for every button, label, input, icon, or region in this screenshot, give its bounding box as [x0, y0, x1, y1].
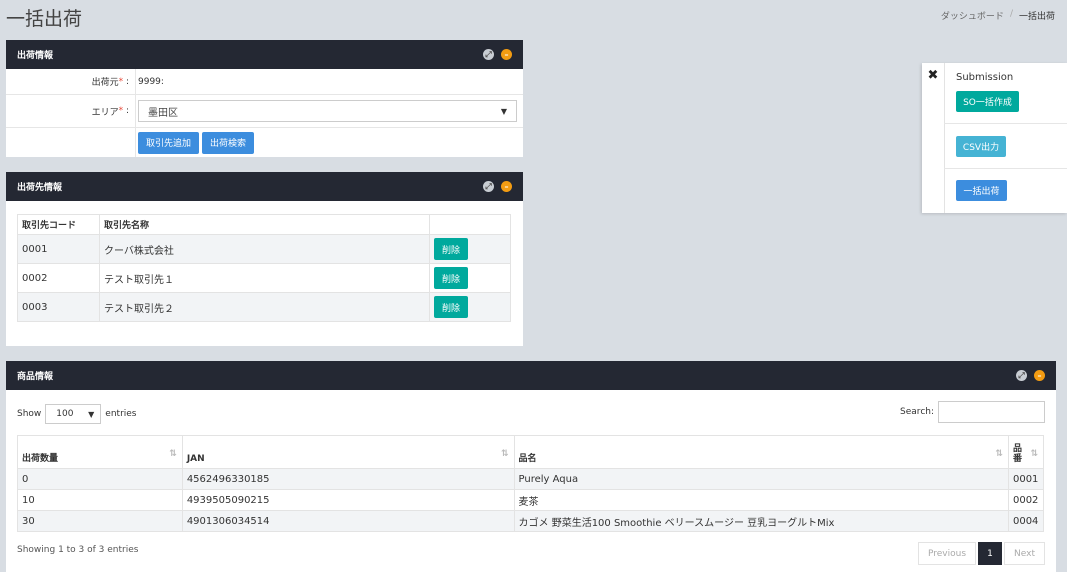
quantity-cell: 30: [17, 510, 183, 532]
jan-cell: 4939505090215: [181, 489, 515, 511]
area-select[interactable]: 墨田区 ▼: [138, 100, 517, 122]
search-control: Search:: [900, 401, 1045, 423]
table-row: 0003 テスト取引先２ 削除: [17, 292, 511, 322]
so-bulk-create-button[interactable]: SO一括作成: [956, 91, 1019, 112]
source-value: 9999:: [138, 76, 164, 87]
partner-code: 0002: [17, 263, 100, 293]
sort-icon: ⇅: [995, 449, 1003, 459]
expand-icon[interactable]: ⤢: [483, 181, 494, 192]
page-length-select[interactable]: 100 ▼: [45, 404, 102, 424]
sort-icon: ⇅: [169, 449, 177, 459]
shipment-info-panel: 出荷情報 ⤢ – 出荷元 * : 9999: エリア * : 墨田区 ▼ 取引先追加…: [6, 40, 523, 157]
product-code-cell: 0002: [1007, 489, 1045, 511]
next-page-button[interactable]: Next: [1004, 542, 1045, 565]
delete-button[interactable]: 削除: [434, 296, 468, 318]
product-code-cell: 0004: [1007, 510, 1045, 532]
source-row: 出荷元 * : 9999:: [6, 69, 523, 95]
minimize-icon[interactable]: –: [501, 181, 512, 192]
column-header[interactable]: 出荷数量 ⇅: [17, 435, 183, 469]
chevron-down-icon: ▼: [500, 106, 507, 116]
partner-code: 0001: [17, 234, 100, 264]
page-length-control: Show 100 ▼ entries: [17, 404, 137, 424]
jan-cell: 4562496330185: [181, 468, 515, 490]
table-row: 0001 クーバ株式会社 削除: [17, 234, 511, 264]
divider: [944, 123, 1067, 124]
expand-icon[interactable]: ⤢: [483, 49, 494, 60]
search-input[interactable]: [938, 401, 1045, 423]
jan-cell: 4901306034514: [181, 510, 515, 532]
page-title: 一括出荷: [6, 8, 83, 30]
search-label: Search:: [900, 407, 934, 417]
previous-page-button[interactable]: Previous: [917, 542, 977, 565]
panel-header: 商品情報 ⤢ –: [6, 361, 1056, 390]
chevron-down-icon: ▼: [88, 409, 95, 419]
minimize-icon[interactable]: –: [501, 49, 512, 60]
submission-panel: ✖ Submission SO一括作成 CSV出力 一括出荷: [922, 63, 1067, 213]
destination-info-panel: 出荷先情報 ⤢ – 取引先コード 取引先名称 0001 クーバ株式会社 削除 0…: [6, 172, 523, 346]
destination-table: 取引先コード 取引先名称 0001 クーバ株式会社 削除 0002 テスト取引先…: [17, 214, 511, 322]
partner-name: テスト取引先１: [99, 263, 430, 293]
product-table: 出荷数量 ⇅ JAN ⇅ 品名 ⇅ 品番 ⇅ 0 4562496330185 Purel…: [17, 435, 1045, 532]
product-name-cell: Purely Aqua: [513, 468, 1009, 490]
product-name-cell: カゴメ 野菜生活100 Smoothie ベリースムージー 豆乳ヨーグルトMix: [513, 510, 1009, 532]
panel-header: 出荷情報 ⤢ –: [6, 40, 523, 69]
source-label: 出荷元 * :: [6, 69, 136, 94]
delete-button[interactable]: 削除: [434, 238, 468, 260]
panel-title: 出荷情報: [17, 51, 54, 61]
table-row: 10 4939505090215 麦茶 0002: [17, 489, 1045, 511]
breadcrumb-current: 一括出荷: [1018, 12, 1055, 22]
product-code-cell: 0001: [1007, 468, 1045, 490]
bulk-ship-button[interactable]: 一括出荷: [956, 180, 1007, 201]
product-name-cell: 麦茶: [513, 489, 1009, 511]
column-header: 取引先コード: [17, 214, 100, 235]
actions-row: 取引先追加 出荷検索: [6, 128, 523, 157]
delete-button[interactable]: 削除: [434, 267, 468, 289]
partner-name: クーバ株式会社: [99, 234, 430, 264]
expand-icon[interactable]: ⤢: [1016, 370, 1027, 381]
quantity-cell: 0: [17, 468, 183, 490]
partner-code: 0003: [17, 292, 100, 322]
pagination: Previous 1 Next: [917, 542, 1045, 565]
quantity-cell: 10: [17, 489, 183, 511]
breadcrumb-separator: /: [1009, 9, 1013, 19]
column-header: 取引先名称: [99, 214, 430, 235]
csv-export-button[interactable]: CSV出力: [956, 136, 1006, 157]
panel-title: 出荷先情報: [17, 183, 63, 193]
panel-header: 出荷先情報 ⤢ –: [6, 172, 523, 201]
breadcrumb-dashboard[interactable]: ダッシュボード: [941, 9, 1004, 22]
submission-title: Submission: [956, 72, 1014, 83]
breadcrumb: ダッシュボード / 一括出荷: [941, 9, 1055, 22]
area-row: エリア * : 墨田区 ▼: [6, 95, 523, 128]
sort-icon: ⇅: [1030, 449, 1038, 459]
column-header[interactable]: 品番 ⇅: [1007, 435, 1045, 469]
add-partner-button[interactable]: 取引先追加: [138, 131, 199, 154]
column-header: [429, 214, 511, 235]
divider: [944, 168, 1067, 169]
minimize-icon[interactable]: –: [1034, 370, 1045, 381]
column-header[interactable]: 品名 ⇅: [513, 435, 1009, 469]
column-header[interactable]: JAN ⇅: [181, 435, 515, 469]
close-icon[interactable]: ✖: [922, 63, 944, 87]
table-row: 30 4901306034514 カゴメ 野菜生活100 Smoothie ベリ…: [17, 510, 1045, 532]
table-row: 0 4562496330185 Purely Aqua 0001: [17, 468, 1045, 490]
sort-icon: ⇅: [500, 449, 509, 459]
partner-name: テスト取引先２: [99, 292, 430, 322]
table-info: Showing 1 to 3 of 3 entries: [17, 545, 139, 555]
area-label: エリア * :: [6, 95, 136, 127]
product-info-panel: 商品情報 ⤢ – Show 100 ▼ entries Search: 出荷数量…: [6, 361, 1056, 572]
panel-title: 商品情報: [17, 372, 54, 382]
page-1-button[interactable]: 1: [978, 542, 1003, 565]
table-row: 0002 テスト取引先１ 削除: [17, 263, 511, 293]
shipment-search-button[interactable]: 出荷検索: [202, 131, 254, 154]
